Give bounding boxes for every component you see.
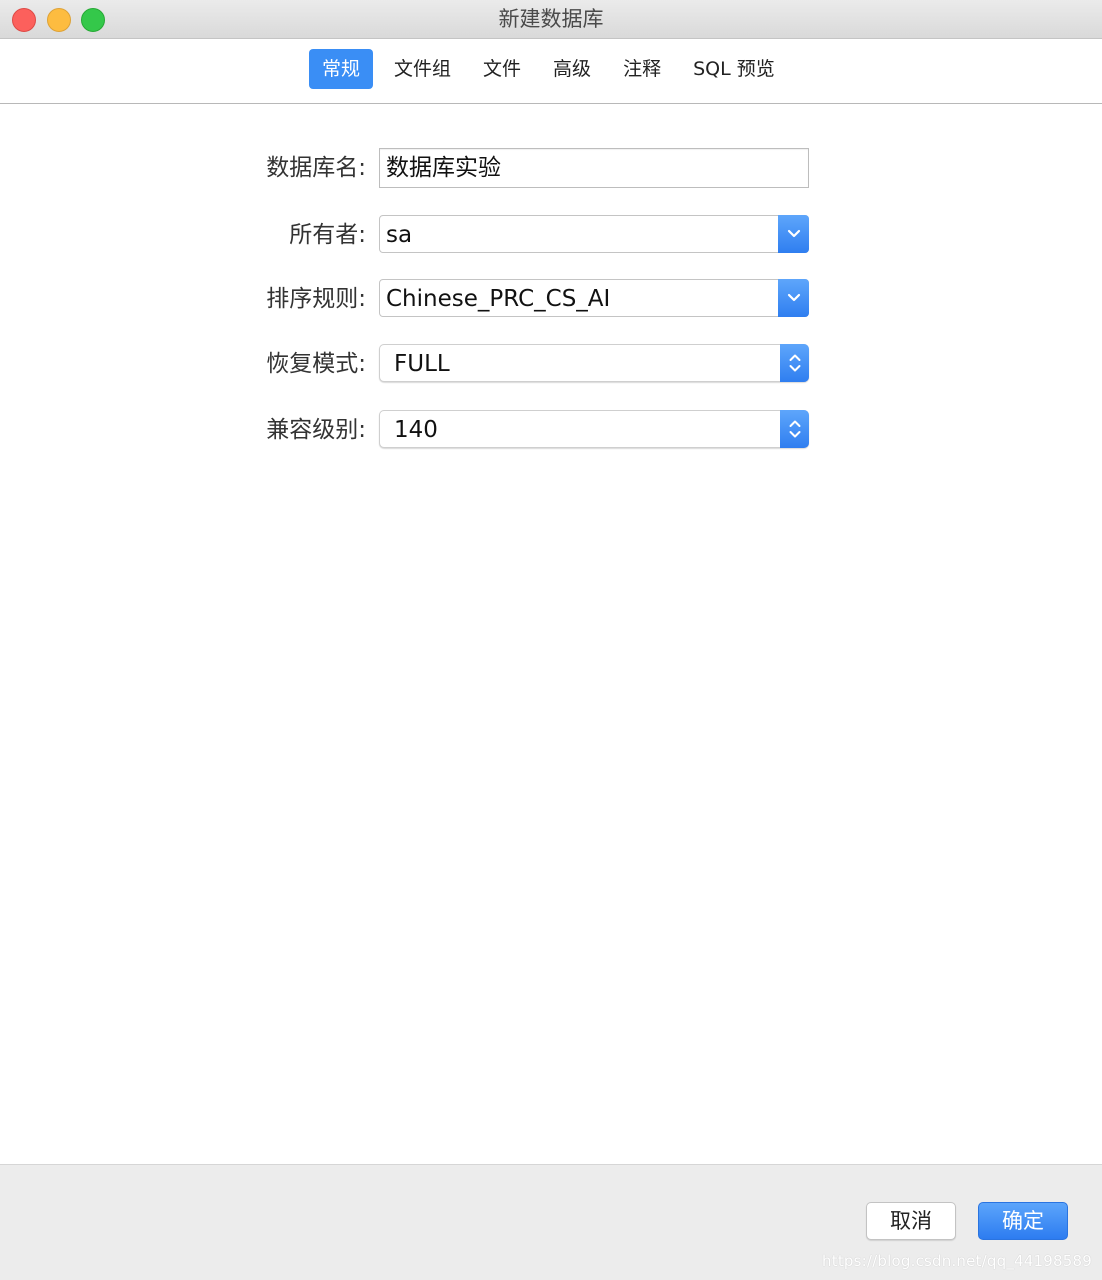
recovery-row: 恢复模式: FULL [0, 344, 1102, 384]
compat-popup-button[interactable] [780, 410, 809, 448]
db-name-row: 数据库名: 数据库实验 [0, 148, 1102, 188]
cancel-button[interactable]: 取消 [866, 1202, 956, 1240]
collation-label: 排序规则: [266, 286, 366, 312]
window-title: 新建数据库 [498, 7, 604, 31]
tab-comment[interactable]: 注释 [612, 49, 672, 89]
watermark-text: https://blog.csdn.net/qq_44198589 [822, 1252, 1092, 1270]
tab-advanced[interactable]: 高级 [542, 49, 602, 89]
compat-value: 140 [394, 417, 438, 443]
chevron-down-icon [787, 293, 800, 302]
up-down-arrows-icon [789, 354, 800, 372]
collation-dropdown-button[interactable] [778, 279, 809, 317]
tab-sql-preview[interactable]: SQL 预览 [682, 49, 786, 89]
chevron-down-icon [787, 229, 800, 238]
ok-button[interactable]: 确定 [978, 1202, 1068, 1240]
up-down-arrows-icon [789, 420, 800, 438]
db-name-label: 数据库名: [266, 155, 366, 181]
owner-dropdown-button[interactable] [778, 215, 809, 253]
recovery-value: FULL [394, 351, 450, 377]
collation-row: 排序规则: Chinese_PRC_CS_AI [0, 279, 1102, 319]
dialog-footer: 取消 确定 https://blog.csdn.net/qq_44198589 [0, 1164, 1102, 1280]
db-name-input[interactable]: 数据库实验 [379, 148, 809, 188]
owner-label: 所有者: [289, 222, 366, 248]
tab-files[interactable]: 文件 [472, 49, 532, 89]
compat-popup[interactable]: 140 [379, 410, 809, 448]
owner-value: sa [386, 222, 413, 248]
compat-row: 兼容级别: 140 [0, 410, 1102, 450]
recovery-popup-button[interactable] [780, 344, 809, 382]
recovery-popup[interactable]: FULL [379, 344, 809, 382]
collation-value: Chinese_PRC_CS_AI [386, 286, 611, 312]
tab-list: 常规 文件组 文件 高级 注释 SQL 预览 [309, 49, 796, 89]
tab-bar: 常规 文件组 文件 高级 注释 SQL 预览 [0, 40, 1102, 104]
collation-combobox[interactable]: Chinese_PRC_CS_AI [379, 279, 809, 317]
owner-combobox[interactable]: sa [379, 215, 809, 253]
tab-filegroups[interactable]: 文件组 [383, 49, 462, 89]
owner-row: 所有者: sa [0, 215, 1102, 255]
tab-general[interactable]: 常规 [309, 49, 374, 89]
recovery-label: 恢复模式: [266, 351, 366, 377]
new-database-window: 新建数据库 常规 文件组 文件 高级 注释 SQL 预览 数据库名: 数据库实验… [0, 0, 1102, 1280]
compat-label: 兼容级别: [266, 417, 366, 443]
title-bar: 新建数据库 [0, 0, 1102, 39]
general-form: 数据库名: 数据库实验 所有者: sa 排序规则: Chinese_PRC_CS… [0, 104, 1102, 1164]
